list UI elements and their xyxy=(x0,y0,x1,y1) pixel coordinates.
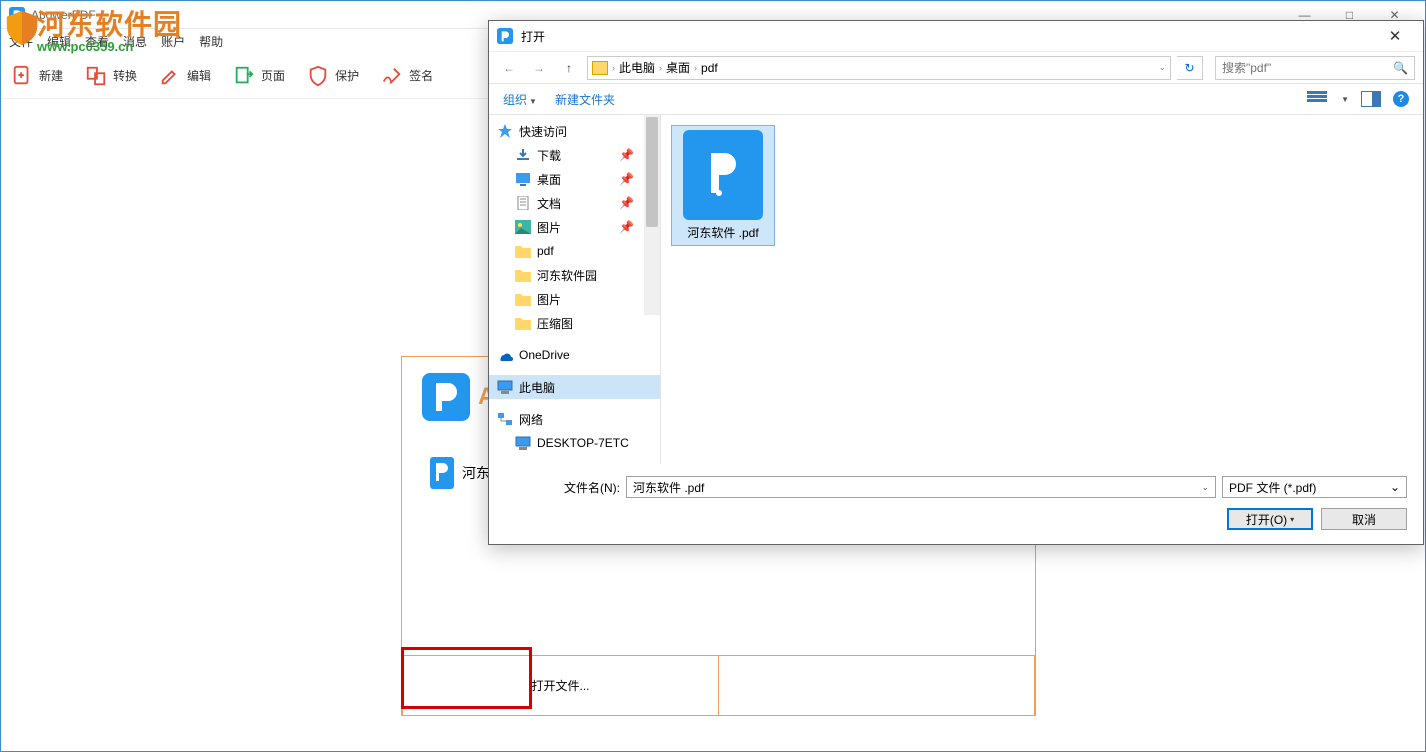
chevron-down-icon[interactable]: ⌄ xyxy=(1201,482,1209,493)
breadcrumb-item[interactable]: pdf xyxy=(701,61,718,75)
chevron-down-icon[interactable]: ▼ xyxy=(1341,95,1349,104)
dialog-logo-icon xyxy=(497,28,513,44)
search-box[interactable]: 🔍 xyxy=(1215,56,1415,80)
pdf-file-icon xyxy=(430,457,454,489)
new-file-icon xyxy=(11,65,33,87)
refresh-button[interactable]: ↻ xyxy=(1177,56,1203,80)
search-icon: 🔍 xyxy=(1393,61,1408,75)
scrollbar[interactable] xyxy=(644,115,660,315)
file-item[interactable]: 河东软件 .pdf xyxy=(671,125,775,246)
view-mode-button[interactable] xyxy=(1307,91,1327,107)
preview-pane-button[interactable] xyxy=(1361,91,1381,107)
onedrive-icon xyxy=(497,348,513,362)
tree-item[interactable]: 此电脑 xyxy=(489,375,660,399)
doc-icon xyxy=(515,196,531,210)
toolbar-protect[interactable]: 保护 xyxy=(307,65,359,87)
pc-icon xyxy=(515,436,531,450)
nav-back-button[interactable]: ← xyxy=(497,56,521,80)
toolbar-new[interactable]: 新建 xyxy=(11,65,63,87)
tree-item[interactable]: 下载📌 xyxy=(489,143,660,167)
app-title: ApowerPDF xyxy=(31,8,96,22)
app-logo-icon xyxy=(9,7,25,23)
folder-icon xyxy=(592,61,608,75)
help-icon[interactable]: ? xyxy=(1393,91,1409,107)
protect-icon xyxy=(307,65,329,87)
nav-up-button[interactable]: ↑ xyxy=(557,56,581,80)
pdf-thumbnail-icon xyxy=(683,130,763,220)
pin-icon: 📌 xyxy=(619,172,634,186)
desktop-icon xyxy=(515,172,531,186)
dialog-footer: 文件名(N): 河东软件 .pdf ⌄ PDF 文件 (*.pdf) ⌄ 打开(… xyxy=(489,464,1423,544)
chevron-down-icon[interactable]: ⌄ xyxy=(1158,62,1166,73)
tree-item[interactable]: 文档📌 xyxy=(489,191,660,215)
address-bar[interactable]: › 此电脑 › 桌面 › pdf ⌄ xyxy=(587,56,1171,80)
tree-item[interactable]: OneDrive xyxy=(489,343,660,367)
pin-icon: 📌 xyxy=(619,220,634,234)
dialog-nav: ← → ↑ › 此电脑 › 桌面 › pdf ⌄ ↻ 🔍 xyxy=(489,51,1423,83)
nav-forward-button[interactable]: → xyxy=(527,56,551,80)
folder-icon xyxy=(515,292,531,306)
network-icon xyxy=(497,412,513,426)
tree-item[interactable]: 快速访问 xyxy=(489,119,660,143)
open-cell-2[interactable] xyxy=(719,655,1035,715)
toolbar-convert[interactable]: 转换 xyxy=(85,65,137,87)
convert-icon xyxy=(85,65,107,87)
menu-file[interactable]: 文件 xyxy=(9,33,33,50)
toolbar-page[interactable]: 页面 xyxy=(233,65,285,87)
menu-view[interactable]: 查看 xyxy=(85,33,109,50)
pin-icon: 📌 xyxy=(619,196,634,210)
menu-message[interactable]: 消息 xyxy=(123,33,147,50)
dialog-close-button[interactable]: ✕ xyxy=(1375,27,1415,45)
search-input[interactable] xyxy=(1222,61,1387,75)
chevron-down-icon[interactable]: ⌄ xyxy=(1390,480,1400,494)
edit-icon xyxy=(159,65,181,87)
page-icon xyxy=(233,65,255,87)
organize-button[interactable]: 组织▼ xyxy=(503,91,537,108)
toolbar-sign[interactable]: 签名 xyxy=(381,65,433,87)
menu-help[interactable]: 帮助 xyxy=(199,33,223,50)
pic-icon xyxy=(515,220,531,234)
tree-item[interactable]: 压缩图 xyxy=(489,311,660,335)
breadcrumb-item[interactable]: 桌面 xyxy=(666,59,690,76)
tree-item[interactable]: 桌面📌 xyxy=(489,167,660,191)
tree-item[interactable]: 图片📌 xyxy=(489,215,660,239)
app-logo-large-icon xyxy=(422,373,470,421)
filetype-filter[interactable]: PDF 文件 (*.pdf) ⌄ xyxy=(1222,476,1407,498)
folder-icon xyxy=(515,316,531,330)
dialog-title: 打开 xyxy=(521,28,545,45)
file-name: 河东软件 .pdf xyxy=(687,224,758,241)
toolbar-edit[interactable]: 编辑 xyxy=(159,65,211,87)
menu-account[interactable]: 账户 xyxy=(161,33,185,50)
folder-icon xyxy=(515,268,531,282)
tree-item[interactable]: pdf xyxy=(489,239,660,263)
cancel-button[interactable]: 取消 xyxy=(1321,508,1407,530)
download-icon xyxy=(515,148,531,162)
pin-icon: 📌 xyxy=(619,148,634,162)
folder-icon xyxy=(515,244,531,258)
tree-item[interactable]: 图片 xyxy=(489,287,660,311)
tree-item[interactable]: 河东软件园 xyxy=(489,263,660,287)
dialog-toolbar: 组织▼ 新建文件夹 ▼ ? xyxy=(489,83,1423,115)
open-file-button[interactable]: 打开文件... xyxy=(402,655,719,715)
tree-item[interactable]: 网络 xyxy=(489,407,660,431)
breadcrumb-item[interactable]: 此电脑 xyxy=(619,59,655,76)
file-open-dialog: 打开 ✕ ← → ↑ › 此电脑 › 桌面 › pdf ⌄ ↻ 🔍 组织▼ 新建… xyxy=(488,20,1424,545)
dialog-titlebar: 打开 ✕ xyxy=(489,21,1423,51)
folder-tree: 快速访问下载📌桌面📌文档📌图片📌pdf河东软件园图片压缩图 OneDrive 此电脑… xyxy=(489,115,661,464)
filename-input[interactable]: 河东软件 .pdf ⌄ xyxy=(626,476,1216,498)
new-folder-button[interactable]: 新建文件夹 xyxy=(555,91,615,108)
sign-icon xyxy=(381,65,403,87)
menu-edit[interactable]: 编辑 xyxy=(47,33,71,50)
open-button[interactable]: 打开(O)▾ xyxy=(1227,508,1313,530)
filename-label: 文件名(N): xyxy=(505,479,620,496)
tree-item[interactable]: DESKTOP-7ETC xyxy=(489,431,660,455)
pc-icon xyxy=(497,380,513,394)
star-icon xyxy=(497,124,513,138)
file-list[interactable]: 河东软件 .pdf xyxy=(661,115,1423,464)
